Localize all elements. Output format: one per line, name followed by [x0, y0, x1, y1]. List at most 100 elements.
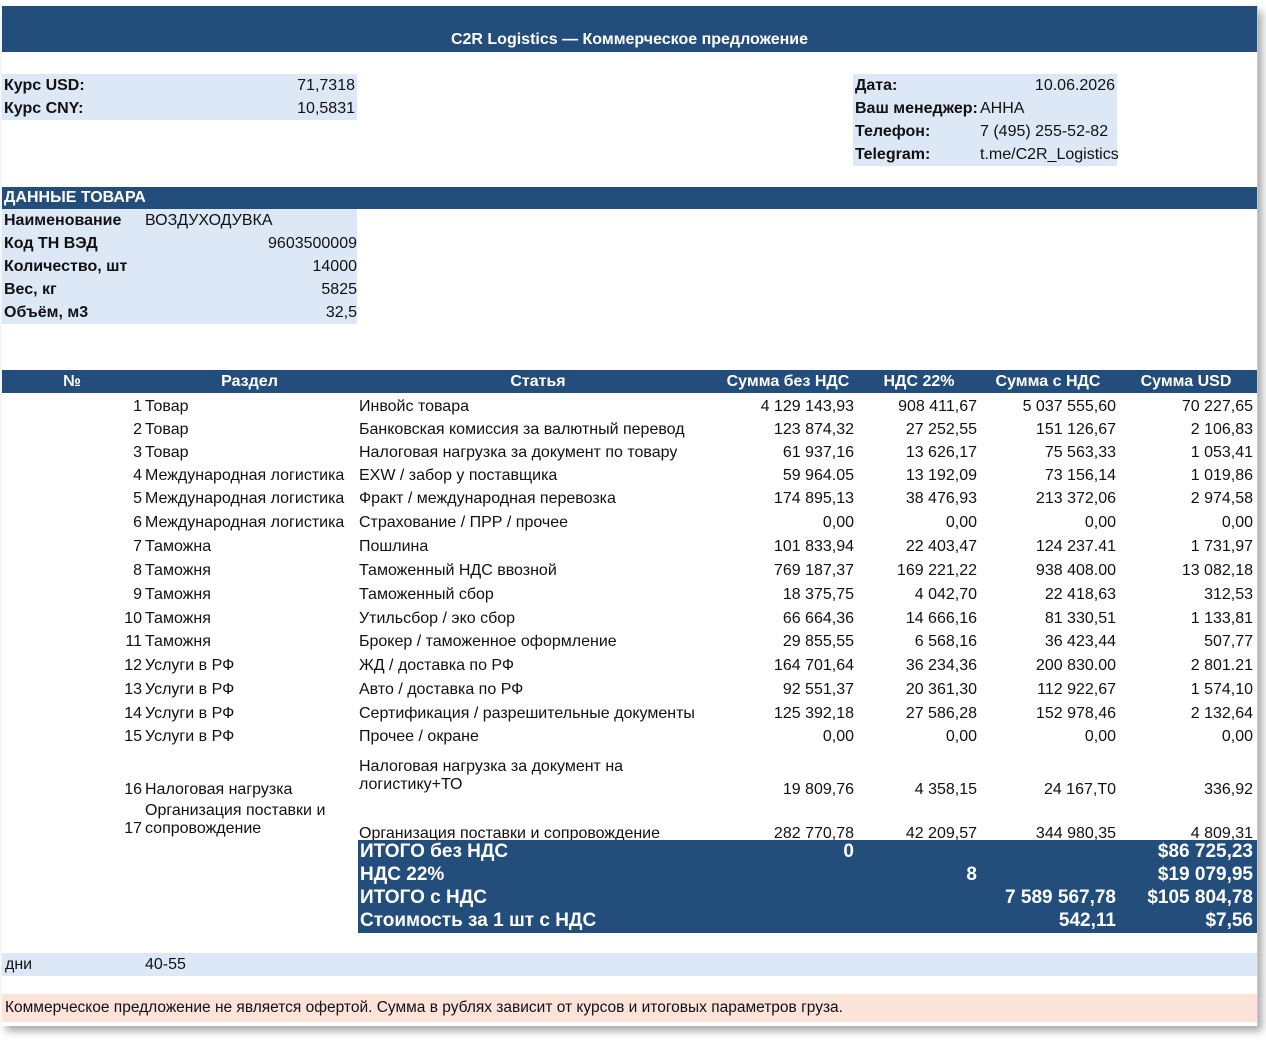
product-field-label: Наименование	[4, 212, 122, 229]
product-section-title: ДАННЫЕ ТОВАРА	[4, 189, 146, 206]
row-net: 101 833,94	[773, 538, 854, 555]
table-row: 12 Услуги в РФ ЖД / доставка по РФ 164 701,…	[2, 654, 1257, 677]
row-gross: 0,00	[1084, 514, 1116, 531]
row-vat: 908 411,67	[898, 398, 977, 415]
disclaimer-note: Коммерческое предложение не является офе…	[2, 994, 1257, 1022]
row-section: Налоговая нагрузка	[145, 781, 293, 798]
table-row: 9 Таможня Таможенный сбор 18 375,75 4 042,70…	[2, 583, 1257, 606]
table-row: 8 Таможня Таможенный НДС ввозной 769 187,37…	[2, 559, 1257, 582]
row-vat: 13 626,17	[905, 444, 977, 461]
row-vat: 4 042,70	[914, 586, 977, 603]
row-item-line2: логистику+ТО	[359, 776, 463, 793]
phone-label: Телефон:	[855, 123, 931, 140]
row-gross: 151 126,67	[1035, 421, 1116, 438]
phone-value: 7 (495) 255-52-82	[980, 123, 1109, 140]
total-vat-usd: $19 079,95	[1157, 864, 1253, 885]
total-net-row: ИТОГО без НДС 0 $86 725,23	[358, 840, 1257, 863]
row-num: 8	[133, 562, 142, 579]
row-item: Инвойс товара	[359, 398, 469, 415]
product-field-label: Количество, шт	[4, 258, 128, 275]
row-vat: 27 586,28	[905, 705, 977, 722]
row-vat: 22 403,47	[905, 538, 977, 555]
row-num: 9	[133, 586, 142, 603]
row-gross: 73 156,14	[1044, 467, 1116, 484]
row-item: Авто / доставка по РФ	[359, 681, 524, 698]
totals-block: ИТОГО без НДС 0 $86 725,23 НДС 22% 8 $19…	[358, 840, 1257, 933]
proposal-sheet: C2R Logistics — Коммерческое предложение…	[2, 6, 1258, 1026]
row-section-line2: сопровождение	[145, 820, 262, 837]
row-section: Международная логистика	[145, 514, 345, 531]
row-usd: 1 731,97	[1190, 538, 1253, 555]
row-gross: 124 237.41	[1035, 538, 1116, 555]
row-item: Сертификация / разрешительные документы	[359, 705, 695, 722]
row-section: Услуги в РФ	[145, 681, 235, 698]
row-usd: 507,77	[1204, 633, 1253, 650]
row-item: Прочее / окране	[359, 728, 479, 745]
product-field-value: 9603500009	[268, 235, 357, 252]
row-usd: 2 132,64	[1190, 705, 1253, 722]
row-net: 66 664,36	[782, 610, 854, 627]
row-gross: 152 978,46	[1035, 705, 1116, 722]
row-gross: 200 830.00	[1035, 657, 1116, 674]
row-num: 3	[133, 444, 142, 461]
product-field-label: Вес, кг	[4, 281, 57, 298]
row-vat: 6 568,16	[914, 633, 977, 650]
row-usd: 1 053,41	[1190, 444, 1253, 461]
row-gross: 5 037 555,60	[1022, 398, 1116, 415]
row-usd: 336,92	[1204, 781, 1253, 798]
row-item: Брокер / таможенное оформление	[359, 633, 617, 650]
row-item: ЖД / доставка по РФ	[359, 657, 515, 674]
row-item: Пошлина	[359, 538, 429, 555]
row-vat: 13 192,09	[905, 467, 977, 484]
col-vat-header: НДС 22%	[883, 373, 955, 390]
row-section: Услуги в РФ	[145, 705, 235, 722]
row-net: 92 551,37	[782, 681, 854, 698]
days-value: 40-55	[145, 956, 186, 973]
row-num: 7	[133, 538, 142, 555]
row-section: Услуги в РФ	[145, 657, 235, 674]
total-net-usd: $86 725,23	[1157, 841, 1253, 862]
product-field-value: ВОЗДУХОДУВКА	[145, 212, 273, 229]
row-section: Таможна	[145, 538, 212, 555]
row-num: 11	[125, 633, 142, 650]
row-gross: 24 167,Т0	[1043, 781, 1116, 798]
row-net: 4 129 143,93	[760, 398, 854, 415]
total-gross-usd: $105 804,78	[1147, 887, 1253, 908]
row-num: 17	[124, 820, 142, 837]
title-bar: C2R Logistics — Коммерческое предложение	[2, 6, 1257, 52]
product-field-value: 32,5	[325, 304, 357, 321]
table-row: 5 Международная логистика Фракт / междунар…	[2, 487, 1257, 510]
manager-label: Ваш менеджер:	[855, 100, 978, 117]
row-num: 15	[124, 728, 142, 745]
row-vat: 4 358,15	[914, 781, 977, 798]
unit-cost-value: 542,11	[1058, 910, 1116, 931]
row-gross: 75 563,33	[1044, 444, 1116, 461]
row-net: 29 855,55	[782, 633, 854, 650]
table-row: 14 Услуги в РФ Сертификация / разрешительн…	[2, 702, 1257, 725]
table-row: 13 Услуги в РФ Авто / доставка по РФ 92 551…	[2, 678, 1257, 701]
col-usd-header: Сумма USD	[1140, 373, 1232, 390]
row-usd: 0,00	[1221, 728, 1253, 745]
product-section-bar: ДАННЫЕ ТОВАРА	[2, 187, 1257, 209]
row-net: 123 874,32	[773, 421, 854, 438]
row-net: 18 375,75	[782, 586, 854, 603]
row-usd: 1 019,86	[1190, 467, 1253, 484]
telegram-link[interactable]: t.me/C2R_Logistics	[980, 143, 1119, 166]
row-gross: 112 922,67	[1037, 681, 1116, 698]
row-num: 12	[124, 657, 142, 674]
days-label: дни	[5, 956, 33, 973]
usd-rate-label: Курс USD:	[4, 77, 85, 94]
telegram-label: Telegram:	[855, 146, 931, 163]
table-row: 10 Таможня Утильсбор / эко сбор 66 664,36 14…	[2, 607, 1257, 630]
row-section: Международная логистика	[145, 490, 345, 507]
row-vat: 36 234,36	[905, 657, 977, 674]
row-usd: 2 801.21	[1190, 657, 1253, 674]
row-section: Товар	[145, 421, 189, 438]
total-net-value: 0	[843, 841, 854, 862]
row-section: Товар	[145, 444, 189, 461]
row-net: 0,00	[822, 514, 854, 531]
table-row: 6 Международная логистика Страхование / ПР…	[2, 511, 1257, 534]
col-section-header: Раздел	[221, 373, 278, 390]
page-title: C2R Logistics — Коммерческое предложение	[450, 31, 809, 48]
table-row: 2 Товар Банковская комиссия за валютный пе…	[2, 418, 1257, 441]
